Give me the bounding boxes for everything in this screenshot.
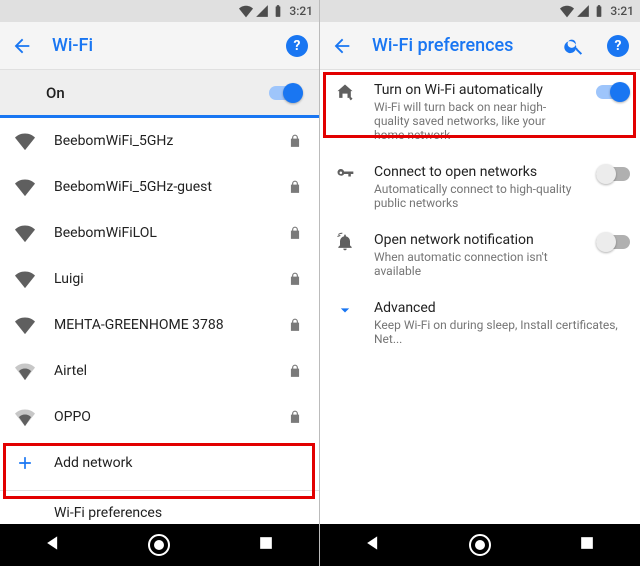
status-bar: 3:21: [0, 0, 319, 22]
wifi-network-row[interactable]: OPPO: [0, 394, 319, 440]
prefs-content: Turn on Wi-Fi automatically Wi-Fi will t…: [320, 70, 640, 524]
status-time: 3:21: [610, 4, 634, 18]
nav-home-button[interactable]: [148, 534, 170, 556]
wifi-master-toggle-row[interactable]: On: [0, 70, 319, 118]
wifi-icon: [15, 361, 35, 381]
wifi-ssid: BeebomWiFiLOL: [54, 225, 267, 241]
square-recent-icon: [577, 533, 597, 553]
nav-recent-button[interactable]: [256, 533, 276, 557]
wifi-status-icon: [239, 4, 253, 18]
triangle-back-icon: [363, 533, 383, 553]
wifi-icon: [15, 269, 35, 289]
help-icon: ?: [607, 35, 629, 57]
wifi-network-row[interactable]: Airtel: [0, 348, 319, 394]
back-button[interactable]: [328, 32, 356, 60]
status-time: 3:21: [289, 4, 313, 18]
wifi-ssid: Airtel: [54, 363, 267, 379]
wifi-on-label: On: [46, 84, 65, 102]
lock-icon: [288, 226, 302, 240]
wifi-network-row[interactable]: BeebomWiFiLOL: [0, 210, 319, 256]
add-network-row[interactable]: Add network: [0, 440, 319, 486]
square-recent-icon: [256, 533, 276, 553]
page-title: Wi-Fi preferences: [372, 35, 544, 56]
wifi-ssid: Luigi: [54, 271, 267, 287]
wifi-network-row[interactable]: MEHTA-GREENHOME 3788: [0, 302, 319, 348]
nav-bar: [320, 524, 640, 566]
wifi-prefs-title: Wi-Fi preferences: [54, 505, 305, 521]
help-icon: ?: [286, 35, 308, 57]
lock-icon: [288, 272, 302, 286]
pref-title: Turn on Wi-Fi automatically: [374, 82, 578, 98]
battery-status-icon: [271, 4, 285, 18]
nav-home-button[interactable]: [469, 534, 491, 556]
pref-open-networks-row[interactable]: Connect to open networks Automatically c…: [320, 152, 640, 220]
wifi-content: On BeebomWiFi_5GHz BeebomWiFi_5GHz-guest…: [0, 70, 319, 524]
circle-home-icon: [148, 534, 170, 556]
app-bar: Wi-Fi ?: [0, 22, 319, 70]
pref-advanced-row[interactable]: Advanced Keep Wi-Fi on during sleep, Ins…: [320, 288, 640, 356]
wifi-icon: [15, 407, 35, 427]
wifi-icon: [15, 131, 35, 151]
page-title: Wi-Fi: [52, 35, 267, 56]
pref-subtitle: When automatic connection isn't availabl…: [374, 250, 578, 278]
triangle-back-icon: [43, 533, 63, 553]
lock-icon: [288, 134, 302, 148]
arrow-back-icon: [11, 35, 33, 57]
nav-bar: [0, 524, 319, 566]
wifi-preferences-row[interactable]: Wi-Fi preferences Wi-Fi turns back on au…: [0, 493, 319, 524]
battery-status-icon: [592, 4, 606, 18]
chevron-down-icon: [335, 300, 355, 320]
wifi-ssid: BeebomWiFi_5GHz: [54, 133, 267, 149]
lock-icon: [288, 410, 302, 424]
wifi-network-row[interactable]: BeebomWiFi_5GHz: [0, 118, 319, 164]
add-network-label: Add network: [54, 455, 305, 471]
arrow-back-icon: [331, 35, 353, 57]
wifi-icon: [15, 177, 35, 197]
pref-notification-row[interactable]: Open network notification When automatic…: [320, 220, 640, 288]
wifi-ssid: BeebomWiFi_5GHz-guest: [54, 179, 267, 195]
status-bar: 3:21: [320, 0, 640, 22]
lock-icon: [288, 180, 302, 194]
bell-wifi-icon: [335, 232, 355, 252]
wifi-network-row[interactable]: BeebomWiFi_5GHz-guest: [0, 164, 319, 210]
pref-auto-on-switch[interactable]: [596, 82, 630, 102]
pref-subtitle: Automatically connect to high-quality pu…: [374, 182, 578, 210]
app-bar: Wi-Fi preferences ?: [320, 22, 640, 70]
home-arrow-icon: [335, 82, 355, 102]
pref-title: Advanced: [374, 300, 626, 316]
pref-title: Connect to open networks: [374, 164, 578, 180]
pref-title: Open network notification: [374, 232, 578, 248]
pref-subtitle: Wi-Fi will turn back on near high-qualit…: [374, 100, 578, 142]
back-button[interactable]: [8, 32, 36, 60]
help-button[interactable]: ?: [604, 32, 632, 60]
lock-icon: [288, 364, 302, 378]
wifi-ssid: MEHTA-GREENHOME 3788: [54, 317, 267, 333]
signal-status-icon: [255, 4, 269, 18]
divider: [0, 490, 319, 491]
nav-back-button[interactable]: [363, 533, 383, 557]
search-icon: [563, 35, 585, 57]
plus-icon: [15, 453, 35, 473]
wifi-icon: [15, 223, 35, 243]
wifi-master-switch[interactable]: [269, 83, 303, 103]
wifi-ssid: OPPO: [54, 409, 267, 425]
pref-open-networks-switch[interactable]: [596, 164, 630, 184]
pref-subtitle: Keep Wi-Fi on during sleep, Install cert…: [374, 318, 626, 346]
lock-icon: [288, 318, 302, 332]
nav-back-button[interactable]: [43, 533, 63, 557]
pref-auto-on-row[interactable]: Turn on Wi-Fi automatically Wi-Fi will t…: [320, 70, 640, 152]
help-button[interactable]: ?: [283, 32, 311, 60]
key-icon: [335, 164, 355, 184]
wifi-icon: [15, 315, 35, 335]
circle-home-icon: [469, 534, 491, 556]
search-button[interactable]: [560, 32, 588, 60]
pref-notification-switch[interactable]: [596, 232, 630, 252]
wifi-status-icon: [560, 4, 574, 18]
signal-status-icon: [576, 4, 590, 18]
nav-recent-button[interactable]: [577, 533, 597, 557]
wifi-network-row[interactable]: Luigi: [0, 256, 319, 302]
